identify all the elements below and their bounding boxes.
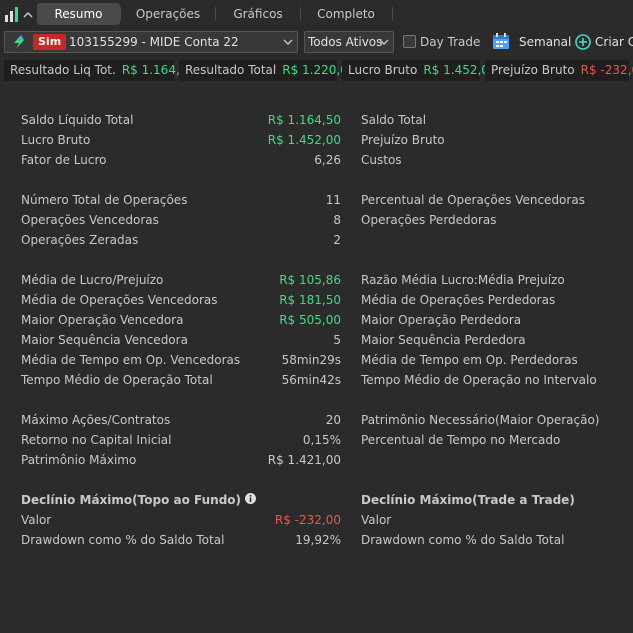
summary-chip-gross-loss: Prejuízo Bruto R$ -232,00	[485, 60, 633, 81]
tab-graficos[interactable]: Gráficos	[222, 3, 294, 25]
summary-value: R$ -232,00	[580, 63, 633, 77]
stat-label: Drawdown como % do Saldo Total	[361, 533, 565, 547]
chevron-down-icon[interactable]	[379, 38, 389, 46]
tab-bar: Resumo Operações Gráficos Completo	[0, 0, 633, 28]
stat-label: Razão Média Lucro:Média Prejuízo	[361, 273, 565, 287]
stat-value: R$ 1.421,00	[267, 453, 341, 467]
calendar-icon	[493, 33, 509, 49]
stat-label: Valor	[21, 513, 52, 527]
stat-label: Fator de Lucro	[21, 153, 107, 167]
create-label: Criar Ca	[595, 35, 633, 49]
assets-dropdown[interactable]: Todos Ativos	[304, 31, 394, 53]
stat-label: Número Total de Operações	[21, 193, 188, 207]
stat-value: 6,26	[314, 153, 341, 167]
stat-label: Valor	[361, 513, 392, 527]
tab-divider	[215, 7, 216, 21]
tab-resumo[interactable]: Resumo	[37, 3, 120, 25]
stat-value: 19,92%	[295, 533, 341, 547]
stat-value: R$ 181,50	[279, 293, 341, 307]
bolt-icon	[14, 35, 24, 49]
stat-label: Patrimônio Máximo	[21, 453, 137, 467]
stat-value: 11	[325, 193, 341, 207]
assets-dropdown-value: Todos Ativos	[308, 35, 383, 49]
summary-label: Resultado Liq Tot.	[10, 63, 116, 77]
stat-label: Tempo Médio de Operação Total	[21, 373, 213, 387]
stat-label: Retorno no Capital Inicial	[21, 433, 172, 447]
summary-label: Resultado Total	[185, 63, 277, 77]
stat-label: Tempo Médio de Operação no Intervalo	[361, 373, 597, 387]
stat-value: 5	[333, 333, 341, 347]
stat-label: Maior Sequência Vencedora	[21, 333, 188, 347]
stat-value: 0,15%	[302, 433, 341, 447]
stat-label: Maior Operação Perdedora	[361, 313, 522, 327]
app-chart-icon[interactable]	[4, 5, 34, 23]
stat-value: 2	[333, 233, 341, 247]
account-name: 103155299 - MIDE Conta 22	[69, 35, 239, 49]
stat-value: R$ -232,00	[274, 513, 341, 527]
summary-chip-gross-profit: Lucro Bruto R$ 1.452,00	[342, 60, 497, 81]
summary-label: Prejuízo Bruto	[491, 63, 575, 77]
sim-badge: Sim	[33, 34, 67, 50]
stat-label: Operações Perdedoras	[361, 213, 497, 227]
daytrade-checkbox[interactable]	[403, 35, 416, 48]
stat-label: Drawdown como % do Saldo Total	[21, 533, 225, 547]
drawdown-peak-title: Declínio Máximo(Topo ao Fundo)	[21, 493, 242, 507]
stat-label: Percentual de Operações Vencedoras	[361, 193, 585, 207]
stat-label: Patrimônio Necessário(Maior Operação)	[361, 413, 600, 427]
stat-label: Média de Tempo em Op. Vencedoras	[21, 353, 241, 367]
tab-divider	[392, 7, 393, 21]
stat-label: Média de Operações Perdedoras	[361, 293, 556, 307]
stat-label: Máximo Ações/Contratos	[21, 413, 171, 427]
stat-label: Média de Operações Vencedoras	[21, 293, 218, 307]
info-icon[interactable]	[245, 493, 256, 504]
toolbar: Sim 103155299 - MIDE Conta 22 Todos Ativ…	[0, 28, 633, 56]
summary-chip-net-result: Resultado Liq Tot. R$ 1.164,50	[4, 60, 195, 81]
account-selector[interactable]: Sim 103155299 - MIDE Conta 22	[4, 31, 298, 53]
stat-label: Média de Lucro/Prejuízo	[21, 273, 164, 287]
summary-label: Lucro Bruto	[348, 63, 418, 77]
stat-label: Maior Sequência Perdedora	[361, 333, 526, 347]
stat-value: R$ 505,00	[279, 313, 341, 327]
tab-operacoes[interactable]: Operações	[128, 3, 208, 25]
stat-label: Custos	[361, 153, 402, 167]
stat-label: Saldo Total	[361, 113, 427, 127]
plus-circle-icon	[575, 34, 591, 50]
tab-divider	[120, 7, 121, 21]
chevron-down-icon[interactable]	[283, 38, 293, 46]
daytrade-label: Day Trade	[420, 35, 481, 49]
stat-label: Maior Operação Vencedora	[21, 313, 184, 327]
stat-label: Operações Zeradas	[21, 233, 139, 247]
stat-label: Saldo Líquido Total	[21, 113, 134, 127]
stat-value: R$ 1.452,00	[267, 133, 341, 147]
stat-label: Lucro Bruto	[21, 133, 91, 147]
stat-value: 58min29s	[281, 353, 341, 367]
stat-value: R$ 1.164,50	[267, 113, 341, 127]
stat-label: Percentual de Tempo no Mercado	[361, 433, 561, 447]
tab-completo[interactable]: Completo	[306, 3, 386, 25]
stat-value: R$ 105,86	[279, 273, 341, 287]
tab-divider	[300, 7, 301, 21]
stat-label: Operações Vencedoras	[21, 213, 159, 227]
stat-value: 20	[325, 413, 341, 427]
stat-value: 56min42s	[281, 373, 341, 387]
summary-chip-total-result: Resultado Total R$ 1.220,00	[179, 60, 355, 81]
period-label: Semanal	[519, 35, 572, 49]
stat-label: Média de Tempo em Op. Perdedoras	[361, 353, 578, 367]
stat-label: Prejuízo Bruto	[361, 133, 445, 147]
stat-value: 8	[333, 213, 341, 227]
drawdown-trade-title: Declínio Máximo(Trade a Trade)	[361, 493, 575, 507]
